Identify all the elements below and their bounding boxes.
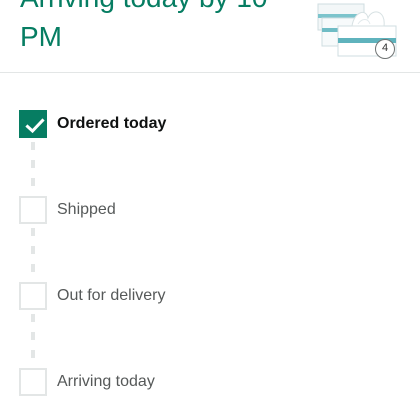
step-label: Ordered today — [57, 115, 167, 132]
quantity-badge: 4 — [375, 39, 395, 59]
step-status-box — [19, 368, 47, 396]
step-status-box — [19, 196, 47, 224]
step-label: Arriving today — [57, 373, 155, 390]
delivery-progress-tracker: Ordered today Shipped Out for delivery A… — [0, 72, 420, 420]
checkmark-icon — [25, 118, 45, 134]
tracker-step-arriving: Arriving today — [19, 368, 399, 396]
step-connector — [31, 228, 35, 274]
step-connector — [31, 314, 35, 360]
step-label: Out for delivery — [57, 287, 166, 304]
arrival-estimate-title: Arriving today by 10 PM — [20, 0, 267, 52]
tracker-step-ordered: Ordered today — [19, 110, 399, 138]
step-label: Shipped — [57, 201, 116, 218]
tracker-step-out-for-delivery: Out for delivery — [19, 282, 399, 310]
step-connector — [31, 142, 35, 188]
shipment-header: Arriving today by 10 PM 4 — [0, 0, 420, 73]
step-status-box — [19, 110, 47, 138]
tracker-step-shipped: Shipped — [19, 196, 399, 224]
step-status-box — [19, 282, 47, 310]
